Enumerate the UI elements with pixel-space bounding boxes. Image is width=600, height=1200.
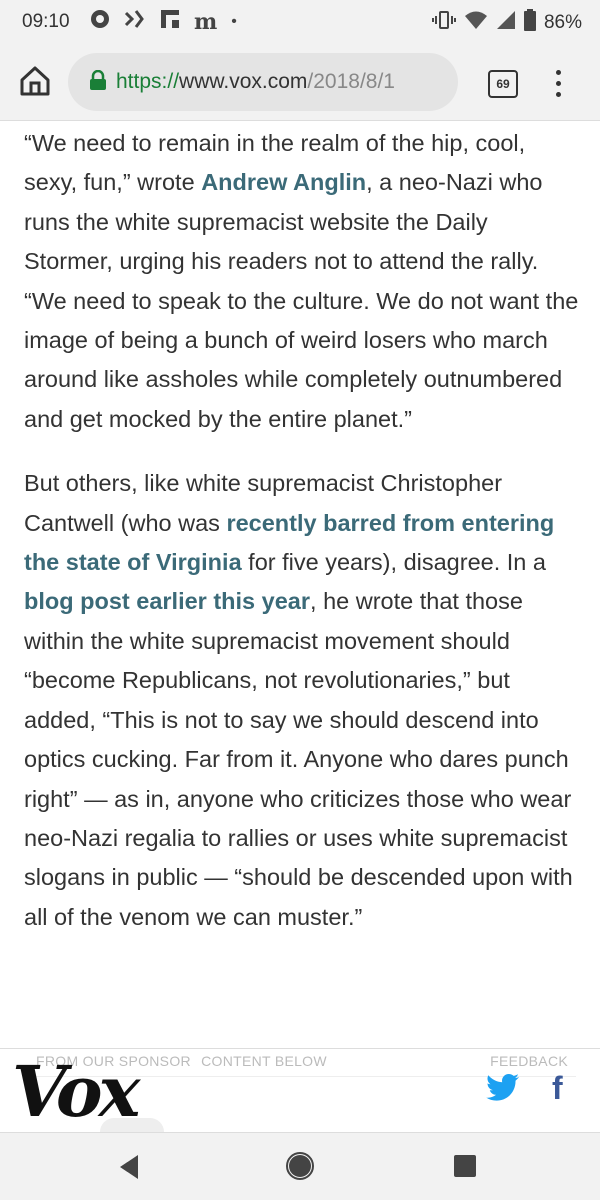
url-text: https://www.vox.com/2018/8/1 (116, 70, 395, 94)
browser-toolbar: https://www.vox.com/2018/8/1 69 (0, 44, 600, 121)
status-time: 09:10 (22, 11, 70, 32)
flipboard-icon (160, 9, 180, 35)
article-text-run: for five years), disagree. In a (241, 549, 546, 576)
recents-square-icon[interactable] (454, 1155, 476, 1177)
home-circle-icon[interactable] (286, 1152, 314, 1185)
back-icon[interactable] (118, 1154, 140, 1185)
notification-dot: • (231, 13, 237, 30)
notification-icons: m • (90, 9, 237, 35)
app-icon (124, 9, 146, 35)
article-text-run: , he wrote that those within the white s… (24, 588, 573, 930)
url-scheme: https:// (116, 70, 180, 93)
battery-icon (523, 9, 536, 37)
facebook-share-icon[interactable]: f (552, 1070, 563, 1107)
article-text-run: , a neo-Nazi who runs the white supremac… (24, 169, 579, 432)
android-nav-bar (0, 1133, 600, 1200)
system-icons: 86% (431, 9, 582, 37)
article-inline-link[interactable]: Andrew Anglin (201, 169, 366, 195)
article-paragraph-1: “We need to remain in the realm of the h… (24, 124, 580, 439)
wifi-icon (464, 10, 488, 36)
medium-icon: m (194, 9, 218, 35)
article-paragraph-2: But others, like white supremacist Chris… (24, 464, 580, 937)
tabs-switcher-button[interactable]: 69 (488, 70, 518, 98)
status-bar: 09:10 m • 86% (0, 0, 600, 44)
settings-cog-icon (90, 9, 110, 35)
vibrate-icon (431, 10, 456, 36)
url-path: /2018/8/1 (307, 70, 395, 93)
feedback-link[interactable]: FEEDBACK (490, 1053, 568, 1069)
overflow-menu-icon[interactable] (550, 66, 566, 100)
home-icon[interactable] (18, 64, 52, 98)
twitter-share-icon[interactable] (486, 1074, 520, 1102)
lock-icon (90, 69, 106, 95)
article-inline-link[interactable]: blog post earlier this year (24, 588, 310, 614)
vox-logo[interactable]: Vox (12, 1052, 140, 1132)
article-body: “We need to remain in the realm of the h… (24, 124, 580, 937)
content-below-label: CONTENT BELOW (201, 1053, 327, 1069)
signal-icon (496, 10, 516, 36)
url-host: www.vox.com (179, 70, 308, 93)
url-bar[interactable]: https://www.vox.com/2018/8/1 (68, 53, 458, 111)
battery-percent: 86% (543, 12, 582, 33)
sponsor-divider (0, 1048, 600, 1049)
